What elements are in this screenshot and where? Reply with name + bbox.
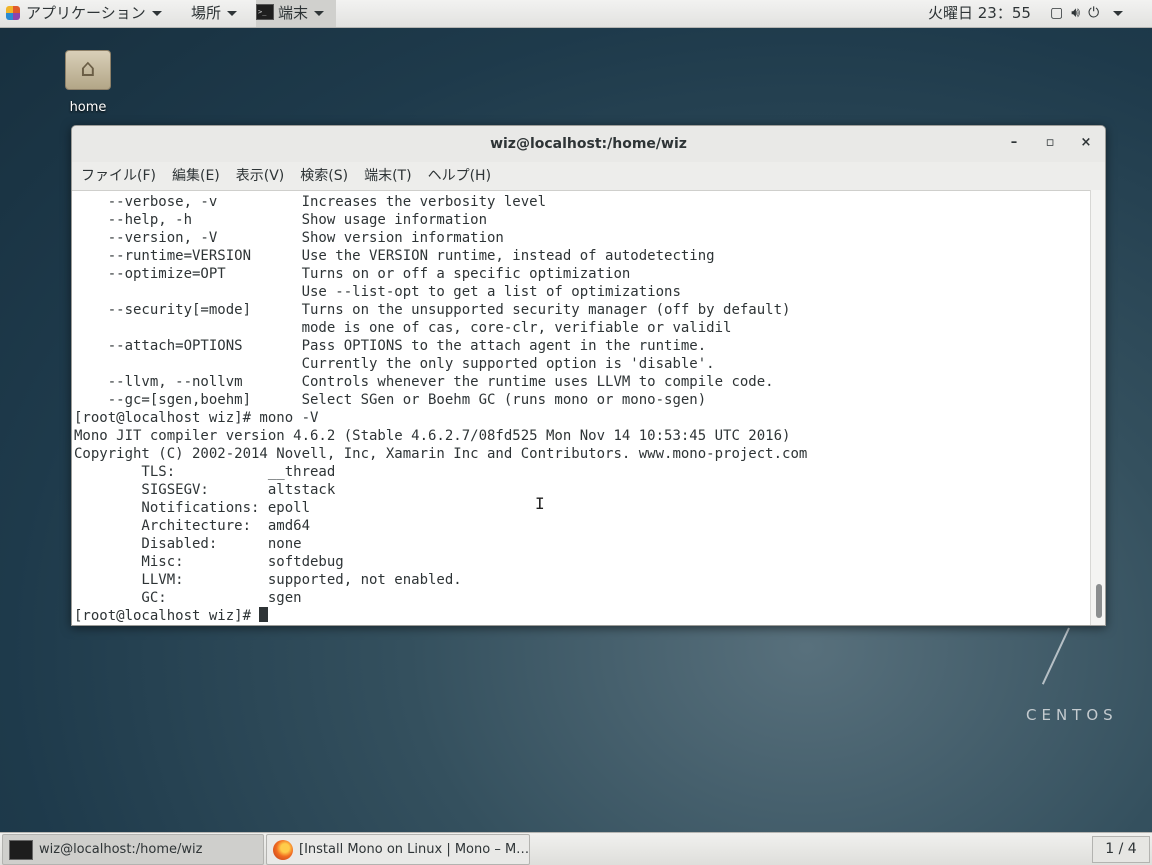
home-folder-label: home xyxy=(69,100,107,115)
window-icon: ▢ xyxy=(1050,5,1064,21)
terminal-line: SIGSEGV: altstack xyxy=(74,482,336,498)
terminal-line: Copyright (C) 2002-2014 Novell, Inc, Xam… xyxy=(74,446,808,462)
menu-terminal[interactable]: 端末(T) xyxy=(356,162,419,190)
taskbar-item-label: [Install Mono on Linux | Mono – M… xyxy=(299,842,530,857)
power-icon: ⏻ xyxy=(1088,5,1100,21)
terminal-line: --runtime=VERSION Use the VERSION runtim… xyxy=(74,248,715,264)
terminal-text: --verbose, -v Increases the verbosity le… xyxy=(72,191,1090,625)
terminal-line: --security[=mode] Turns on the unsupport… xyxy=(74,302,791,318)
terminal-line: --gc=[sgen,boehm] Select SGen or Boehm G… xyxy=(74,392,707,408)
terminal-line: GC: sgen xyxy=(74,590,302,606)
terminal-line: TLS: __thread xyxy=(74,464,336,480)
places-label: 場所 xyxy=(191,4,222,22)
terminal-line: Notifications: epoll xyxy=(74,500,311,516)
terminal-line: Currently the only supported option is '… xyxy=(74,356,715,372)
firefox-icon xyxy=(273,839,293,860)
window-title: wiz@localhost:/home/wiz xyxy=(490,136,687,152)
maximize-button[interactable]: ▫ xyxy=(1041,134,1059,152)
terminal-line: --optimize=OPT Turns on or off a specifi… xyxy=(74,266,631,282)
terminal-line: --help, -h Show usage information xyxy=(74,212,488,228)
text-cursor xyxy=(259,607,269,622)
menu-view[interactable]: 表示(V) xyxy=(228,162,293,190)
terminal-window: wiz@localhost:/home/wiz – ▫ × ファイル(F) 編集(… xyxy=(71,125,1106,626)
terminal-app-label: 端末 xyxy=(278,4,309,22)
mouse-ibeam-cursor-icon: I xyxy=(535,494,545,513)
chevron-down-icon xyxy=(151,11,162,16)
volume-icon: 🔊︎ xyxy=(1071,5,1081,21)
applications-label: アプリケーション xyxy=(26,4,146,22)
menu-file[interactable]: ファイル(F) xyxy=(72,162,164,190)
terminal-icon xyxy=(9,839,33,860)
chevron-down-icon xyxy=(1113,10,1124,16)
terminal-line: Misc: softdebug xyxy=(74,554,344,570)
chevron-down-icon xyxy=(314,11,325,16)
centos-logo-line xyxy=(1041,627,1070,685)
clock[interactable]: 火曜日 23：55 xyxy=(928,0,1031,27)
terminal-app-menu[interactable]: 端末 xyxy=(256,0,336,27)
scrollbar-thumb[interactable] xyxy=(1096,584,1102,618)
terminal-line: LLVM: supported, not enabled. xyxy=(74,572,462,588)
window-titlebar[interactable]: wiz@localhost:/home/wiz – ▫ × xyxy=(72,126,1105,162)
chevron-down-icon xyxy=(227,11,238,16)
terminal-line: mode is one of cas, core-clr, verifiable… xyxy=(74,320,732,336)
system-tray[interactable]: ▢ 🔊︎ ⏻ xyxy=(1050,0,1131,27)
terminal-line: --llvm, --nollvm Controls whenever the r… xyxy=(74,374,774,390)
home-folder[interactable]: home xyxy=(60,50,116,115)
menu-help[interactable]: ヘルプ(H) xyxy=(420,162,499,190)
terminal-output[interactable]: --verbose, -v Increases the verbosity le… xyxy=(72,190,1090,625)
home-folder-icon xyxy=(65,50,111,90)
terminal-line: Use --list-opt to get a list of optimiza… xyxy=(74,284,681,300)
terminal-line: Disabled: none xyxy=(74,536,302,552)
taskbar: wiz@localhost:/home/wiz [Install Mono on… xyxy=(0,832,1152,865)
terminal-line: Mono JIT compiler version 4.6.2 (Stable … xyxy=(74,428,791,444)
taskbar-item-firefox[interactable]: [Install Mono on Linux | Mono – M… xyxy=(266,834,530,865)
terminal-line: --verbose, -v Increases the verbosity le… xyxy=(74,194,547,210)
centos-logo-text: CENTOS xyxy=(1026,706,1118,724)
top-panel: アプリケーション 場所 端末 火曜日 23：55 ▢ 🔊︎ ⏻ xyxy=(0,0,1152,28)
places-menu[interactable]: 場所 xyxy=(191,0,238,27)
terminal-line: --version, -V Show version information xyxy=(74,230,504,246)
workspace-switcher[interactable]: 1 / 4 xyxy=(1092,836,1150,863)
taskbar-item-label: wiz@localhost:/home/wiz xyxy=(39,842,203,857)
terminal-prompt: [root@localhost wiz]# xyxy=(74,608,260,624)
menu-edit[interactable]: 編集(E) xyxy=(164,162,228,190)
minimize-button[interactable]: – xyxy=(1005,134,1023,152)
scrollbar[interactable] xyxy=(1090,190,1105,625)
applications-icon xyxy=(6,6,20,20)
terminal-line: --attach=OPTIONS Pass OPTIONS to the att… xyxy=(74,338,707,354)
terminal-icon xyxy=(256,0,274,26)
terminal-line: Architecture: amd64 xyxy=(74,518,311,534)
menu-search[interactable]: 検索(S) xyxy=(292,162,356,190)
applications-menu[interactable]: アプリケーション xyxy=(6,0,162,27)
close-button[interactable]: × xyxy=(1077,134,1095,152)
taskbar-item-terminal[interactable]: wiz@localhost:/home/wiz xyxy=(2,834,264,865)
menu-bar: ファイル(F) 編集(E) 表示(V) 検索(S) 端末(T) ヘルプ(H) xyxy=(72,162,1105,190)
terminal-line: [root@localhost wiz]# mono -V xyxy=(74,410,319,426)
